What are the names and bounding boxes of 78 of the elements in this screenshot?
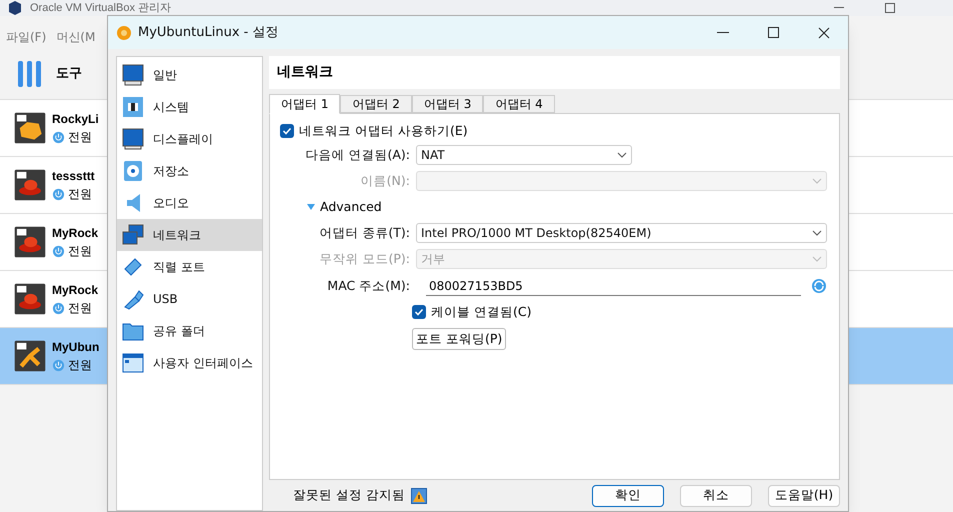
minimize-icon[interactable] xyxy=(717,32,729,34)
triangle-icon[interactable] xyxy=(306,202,316,212)
category-item[interactable]: 직렬 포트 xyxy=(117,251,262,283)
category-item[interactable]: 디스플레이 xyxy=(117,123,262,155)
chevron-down-icon xyxy=(812,230,822,236)
tab[interactable]: 어댑터 1 xyxy=(269,94,340,114)
category-item[interactable]: 저장소 xyxy=(117,155,262,187)
power-icon xyxy=(52,188,65,200)
checkbox-label: 네트워크 어댑터 사용하기(E) xyxy=(299,122,468,140)
maximize-icon[interactable] xyxy=(768,27,779,38)
dialog-button[interactable]: 취소 xyxy=(680,484,752,506)
vm-name: MyRock xyxy=(52,225,98,242)
tools-label: 도구 xyxy=(56,64,82,83)
display-icon xyxy=(121,127,145,151)
vm-status: 전원 xyxy=(68,243,92,260)
field-label: 어댑터 종류(T): xyxy=(318,224,411,242)
refresh-icon[interactable] xyxy=(811,278,827,294)
vm-status: 전원 xyxy=(68,300,92,317)
cube-icon xyxy=(8,0,22,16)
power-icon xyxy=(52,302,65,314)
attached-to-dropdown[interactable]: NAT xyxy=(416,145,632,165)
vm-status: 전원 xyxy=(68,186,92,203)
checkbox-label: 케이블 연결됨(C) xyxy=(431,302,532,321)
chevron-down-icon xyxy=(812,178,822,184)
page-title: 네트워크 xyxy=(277,63,333,82)
vm-status: 전원 xyxy=(68,357,92,374)
chevron-down-icon xyxy=(812,256,822,262)
vm-os-icon xyxy=(14,340,46,372)
network-icon xyxy=(121,223,145,247)
power-icon xyxy=(52,358,65,372)
tab[interactable]: 어댑터 4 xyxy=(483,95,555,113)
vm-os-icon xyxy=(14,112,46,144)
menu-item[interactable]: 파일(F) xyxy=(6,28,46,46)
minimize-icon[interactable] xyxy=(834,7,844,9)
vm-status: 전원 xyxy=(68,129,92,146)
window-title: Oracle VM VirtualBox 관리자 xyxy=(30,2,172,14)
category-item[interactable]: 공유 폴더 xyxy=(117,315,262,347)
menu-item[interactable]: 머신(M xyxy=(56,28,96,46)
field-label: 이름(N): xyxy=(360,172,411,190)
warning-text: 잘못된 설정 감지됨 xyxy=(293,486,405,504)
system-icon xyxy=(121,95,145,119)
checkbox[interactable] xyxy=(412,305,426,319)
warning-icon xyxy=(410,488,427,504)
vm-name: MyUbun xyxy=(52,339,100,356)
category-item[interactable]: 네트워크 xyxy=(117,219,262,251)
check-icon xyxy=(282,126,292,136)
power-icon xyxy=(52,130,65,144)
category-item[interactable]: 시스템 xyxy=(117,91,262,123)
vm-os-icon xyxy=(14,226,46,258)
general-icon xyxy=(121,63,145,87)
chevron-down-icon xyxy=(617,152,627,158)
vm-name: tesssttt xyxy=(52,168,95,185)
category-item[interactable]: USB xyxy=(117,283,262,315)
checkbox[interactable] xyxy=(280,124,294,138)
field-label: 다음에 연결됨(A): xyxy=(304,146,411,164)
window-title: MyUbuntuLinux - 설정 xyxy=(138,24,278,42)
power-icon xyxy=(52,244,65,258)
vm-os-icon xyxy=(14,283,46,315)
category-item[interactable]: 일반 xyxy=(117,59,262,91)
dialog-button[interactable]: 확인 xyxy=(592,484,664,506)
check-icon xyxy=(414,307,424,317)
vm-os-icon xyxy=(14,169,46,201)
ui-icon xyxy=(121,351,145,375)
advanced-toggle[interactable]: Advanced xyxy=(320,198,382,216)
category-item[interactable]: 사용자 인터페이스 xyxy=(117,347,262,379)
close-icon[interactable] xyxy=(818,26,830,38)
dialog-button[interactable]: 도움말(H) xyxy=(768,484,840,506)
vm-name: RockyLi xyxy=(52,111,99,128)
port-forwarding-button[interactable]: 포트 포워딩(P) xyxy=(412,328,506,350)
maximize-icon[interactable] xyxy=(885,3,895,13)
category-item[interactable]: 오디오 xyxy=(117,187,262,219)
adapter-type-dropdown[interactable]: Intel PRO/1000 MT Desktop(82540EM) xyxy=(416,223,827,243)
tab[interactable]: 어댑터 3 xyxy=(412,95,484,113)
field-label: 무작위 모드(P): xyxy=(318,250,411,268)
field-label: MAC 주소(M): xyxy=(326,276,411,295)
tab[interactable]: 어댑터 2 xyxy=(340,95,412,113)
storage-icon xyxy=(121,159,145,183)
vm-name: MyRock xyxy=(52,282,98,299)
